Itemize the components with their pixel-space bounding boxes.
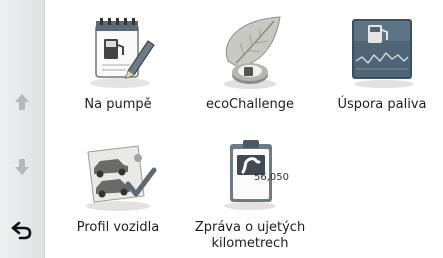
main-menu: Na pumpě ecoChallenge Úspora paliva Prof…: [45, 0, 443, 258]
arrow-down-icon: [13, 157, 31, 177]
menu-item-vehicle-profile[interactable]: Profil vozidla: [58, 128, 178, 248]
menu-item-label: Na pumpě: [84, 97, 152, 112]
menu-item-label: Profil vozidla: [76, 220, 160, 235]
fuel-log-icon: [78, 11, 158, 91]
fuel-economy-icon: [342, 11, 422, 91]
scroll-down-button[interactable]: [0, 145, 44, 189]
menu-item-eco-challenge[interactable]: ecoChallenge: [190, 5, 310, 125]
menu-item-mileage-report[interactable]: Zpráva o ujetých kilometrech: [190, 128, 310, 251]
menu-item-fuel-economy[interactable]: Úspora paliva: [322, 5, 442, 125]
mileage-badge: 56,050: [254, 172, 289, 183]
menu-item-label: ecoChallenge: [205, 97, 295, 112]
sidebar: [0, 0, 45, 258]
menu-item-label: Zpráva o ujetých kilometrech: [194, 220, 306, 251]
arrow-up-icon: [13, 92, 31, 112]
scroll-up-button[interactable]: [0, 80, 44, 124]
vehicle-profile-icon: [78, 134, 158, 214]
eco-leaf-icon: [210, 11, 290, 91]
menu-item-label: Úspora paliva: [337, 97, 427, 112]
back-arrow-icon: [11, 220, 33, 240]
back-button[interactable]: [0, 208, 44, 252]
menu-item-fuel-log[interactable]: Na pumpě: [58, 5, 178, 125]
